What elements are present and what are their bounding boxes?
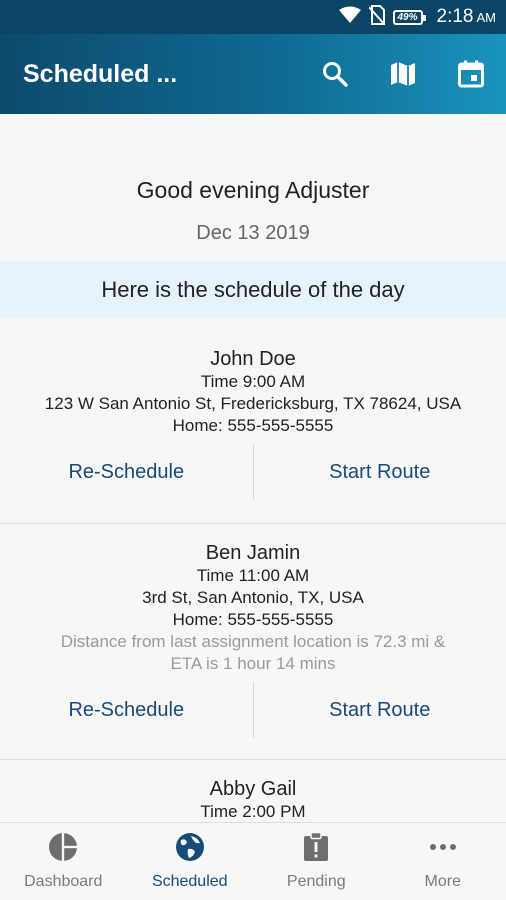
reschedule-button[interactable]: Re-Schedule [0,461,253,484]
appointment-time: Time 11:00 AM [196,566,310,585]
reschedule-button[interactable]: Re-Schedule [0,699,253,722]
nav-pending[interactable]: Pending [253,823,380,900]
clipboard-alert-icon [303,831,329,867]
no-sim-icon [367,4,386,30]
globe-icon [175,832,205,867]
nav-more[interactable]: More [380,823,506,900]
appointment-name: John Doe [210,348,296,370]
appointment-card: Abby Gail Time 2:00 PM [0,760,506,822]
nav-label: More [424,873,461,890]
schedule-content[interactable]: Good evening Adjuster Dec 13 2019 Here i… [0,114,506,822]
appointment-time: Time 2:00 PM [200,802,306,821]
schedule-banner: Here is the schedule of the day [0,261,506,318]
distance-info: Distance from last assignment location i… [60,632,446,651]
nav-scheduled[interactable]: Scheduled [127,823,254,900]
clock-ampm: AM [476,10,497,25]
app-bar: Scheduled ... [0,34,506,114]
appointment-phone: Home: 555-555-5555 [172,610,334,629]
appointment-card: Ben Jamin Time 11:00 AM 3rd St, San Anto… [0,524,506,760]
nav-label: Scheduled [151,873,228,890]
battery-level: 49 [397,11,409,23]
appointment-address: 123 W San Antonio St, Fredericksburg, TX… [44,394,462,413]
start-route-button[interactable]: Start Route [254,699,506,722]
clock-time: 2:18 [436,6,474,27]
appointment-time: Time 9:00 AM [200,372,306,391]
page-title: Scheduled ... [23,59,178,88]
clock: 2:18 AM [437,6,496,28]
appointment-name: Ben Jamin [205,542,301,564]
battery-icon: 49% [392,9,426,25]
calendar-icon[interactable] [456,59,486,89]
more-dots-icon [429,832,457,867]
nav-dashboard[interactable]: Dashboard [0,823,127,900]
appointment-address: 3rd St, San Antonio, TX, USA [142,588,364,607]
nav-label: Dashboard [24,873,103,890]
greeting-text: Good evening Adjuster [136,177,370,203]
search-icon[interactable] [320,59,350,89]
start-route-button[interactable]: Start Route [254,461,506,484]
bottom-navigation: Dashboard Scheduled Pending More [0,822,506,900]
appointment-phone: Home: 555-555-5555 [172,416,334,435]
eta-info: ETA is 1 hour 14 mins [170,654,336,673]
wifi-icon [338,6,361,29]
appointment-card: John Doe Time 9:00 AM 123 W San Antonio … [0,318,506,524]
map-icon[interactable] [388,59,418,89]
dashboard-icon [48,832,78,867]
appointment-name: Abby Gail [209,778,297,800]
schedule-date: Dec 13 2019 [196,222,310,244]
nav-label: Pending [286,873,346,890]
status-bar: 49% 2:18 AM [0,0,506,34]
